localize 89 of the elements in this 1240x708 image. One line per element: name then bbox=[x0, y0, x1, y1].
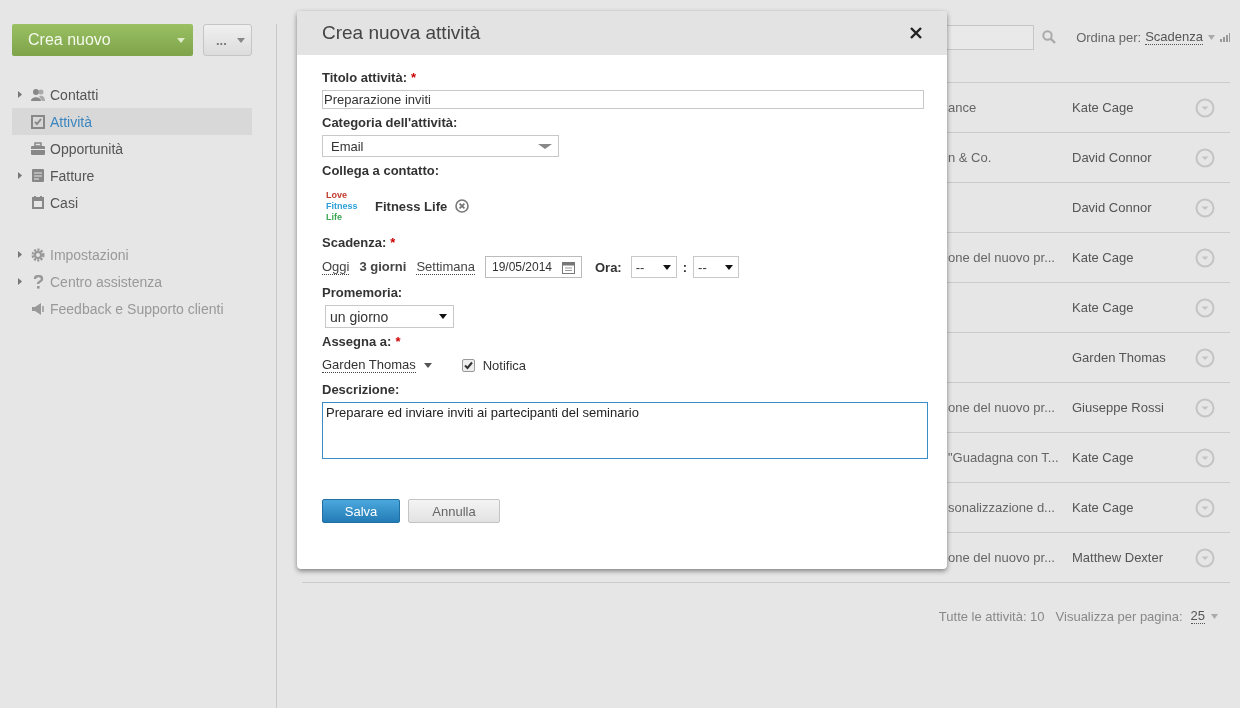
field-label: Titolo attività: bbox=[322, 70, 407, 85]
checkbox-icon bbox=[31, 114, 45, 129]
more-button[interactable]: ... bbox=[203, 24, 252, 56]
task-subject[interactable]: sonalizzazione d... bbox=[948, 500, 1055, 515]
task-subject[interactable]: one del nuovo pr... bbox=[948, 250, 1055, 265]
task-subject[interactable]: one del nuovo pr... bbox=[948, 400, 1055, 415]
remove-icon[interactable] bbox=[455, 199, 470, 213]
task-subject[interactable]: "Guadagna con T... bbox=[948, 450, 1059, 465]
task-subject[interactable]: one del nuovo pr... bbox=[948, 550, 1055, 565]
row-menu-icon[interactable] bbox=[1195, 447, 1215, 468]
task-owner: Giuseppe Rossi bbox=[1072, 400, 1164, 415]
sort-bars-icon bbox=[1220, 32, 1230, 42]
sort-label: Ordina per: bbox=[1076, 29, 1142, 45]
task-owner: David Connor bbox=[1072, 150, 1152, 165]
task-owner: Garden Thomas bbox=[1072, 350, 1166, 365]
per-page-dropdown[interactable]: 25 bbox=[1190, 608, 1205, 624]
dropdown-arrow-icon bbox=[439, 314, 447, 319]
caret-icon bbox=[177, 37, 185, 43]
calendar-icon bbox=[31, 195, 45, 210]
row-menu-icon[interactable] bbox=[1195, 547, 1215, 568]
task-owner: Kate Cage bbox=[1072, 450, 1134, 465]
calendar-icon bbox=[561, 260, 575, 274]
required-mark: * bbox=[390, 235, 396, 250]
time-separator: : bbox=[682, 259, 688, 275]
caret-icon bbox=[1211, 613, 1218, 619]
field-label: Collega a contatto: bbox=[322, 163, 439, 178]
sidebar-item[interactable]: Opportunità bbox=[12, 135, 252, 162]
hour-dropdown[interactable]: -- bbox=[630, 256, 677, 278]
row-menu-icon[interactable] bbox=[1195, 297, 1215, 318]
title-input[interactable]: Preparazione inviti bbox=[322, 90, 924, 109]
row-menu-icon[interactable] bbox=[1195, 247, 1215, 268]
task-owner: Kate Cage bbox=[1072, 100, 1134, 115]
task-owner: Kate Cage bbox=[1072, 250, 1134, 265]
time-label: Ora: bbox=[594, 259, 622, 275]
field-label: Categoria dell'attività: bbox=[322, 115, 458, 130]
assignee-dropdown[interactable]: Garden Thomas bbox=[322, 357, 432, 373]
notify-checkbox[interactable] bbox=[461, 358, 475, 372]
task-subject[interactable]: n & Co. bbox=[948, 150, 992, 165]
due-shortcut-link[interactable]: Oggi bbox=[322, 259, 350, 275]
gear-icon bbox=[31, 247, 45, 262]
row-menu-icon[interactable] bbox=[1195, 497, 1215, 518]
field-label: Promemoria: bbox=[322, 285, 403, 300]
people-icon bbox=[31, 87, 45, 102]
contact-logo: Love Fitness Life bbox=[325, 189, 359, 223]
dialog-title: Crea nuova attività bbox=[322, 22, 481, 44]
field-label: Scadenza: bbox=[322, 235, 387, 250]
sidebar-item[interactable]: Casi bbox=[12, 189, 252, 216]
dropdown-arrow-icon bbox=[662, 264, 671, 270]
close-icon[interactable] bbox=[910, 27, 922, 39]
required-mark: * bbox=[395, 334, 401, 349]
dropdown-arrow-icon bbox=[725, 264, 734, 270]
megaphone-icon bbox=[31, 301, 45, 316]
sort-dropdown[interactable]: Scadenza bbox=[1145, 29, 1203, 45]
save-button[interactable]: Salva bbox=[322, 499, 400, 523]
cancel-button[interactable]: Annulla bbox=[408, 499, 500, 523]
sidebar-item[interactable]: Contatti bbox=[12, 81, 252, 108]
document-icon bbox=[31, 168, 45, 183]
row-menu-icon[interactable] bbox=[1195, 397, 1215, 418]
field-label: Descrizione: bbox=[322, 382, 400, 397]
task-owner: Kate Cage bbox=[1072, 500, 1134, 515]
caret-icon bbox=[423, 362, 432, 368]
notify-label: Notifica bbox=[482, 357, 527, 373]
caret-icon bbox=[237, 37, 245, 43]
task-owner: David Connor bbox=[1072, 200, 1152, 215]
row-menu-icon[interactable] bbox=[1195, 347, 1215, 368]
required-mark: * bbox=[411, 70, 417, 85]
sidebar-item[interactable]: Fatture bbox=[12, 162, 252, 189]
due-shortcut-link[interactable]: Settimana bbox=[416, 259, 475, 275]
task-owner: Kate Cage bbox=[1072, 300, 1134, 315]
reminder-dropdown[interactable]: un giorno bbox=[325, 305, 454, 328]
contact-name: Fitness Life bbox=[375, 198, 448, 214]
briefcase-icon bbox=[31, 141, 45, 156]
minute-dropdown[interactable]: -- bbox=[693, 256, 740, 278]
due-shortcut-link[interactable]: 3 giorni bbox=[359, 259, 407, 275]
per-page-label: Visualizza per pagina: bbox=[1055, 608, 1183, 624]
category-dropdown[interactable]: Email bbox=[322, 135, 559, 157]
caret-icon bbox=[1208, 34, 1215, 40]
question-mark-icon bbox=[31, 274, 45, 289]
search-icon bbox=[1042, 30, 1057, 44]
row-menu-icon[interactable] bbox=[1195, 97, 1215, 118]
field-label: Assegna a: bbox=[322, 334, 392, 349]
date-field[interactable]: 19/05/2014 bbox=[484, 256, 582, 278]
description-textarea[interactable]: Preparare ed inviare inviti ai partecipanti del seminario bbox=[322, 402, 928, 459]
row-menu-icon[interactable] bbox=[1195, 197, 1215, 218]
task-owner: Matthew Dexter bbox=[1072, 550, 1164, 565]
dropdown-arrow-icon bbox=[538, 143, 552, 149]
total-count: Tutte le attività: 10 bbox=[938, 608, 1045, 624]
task-subject[interactable]: ance bbox=[948, 100, 977, 115]
row-menu-icon[interactable] bbox=[1195, 147, 1215, 168]
